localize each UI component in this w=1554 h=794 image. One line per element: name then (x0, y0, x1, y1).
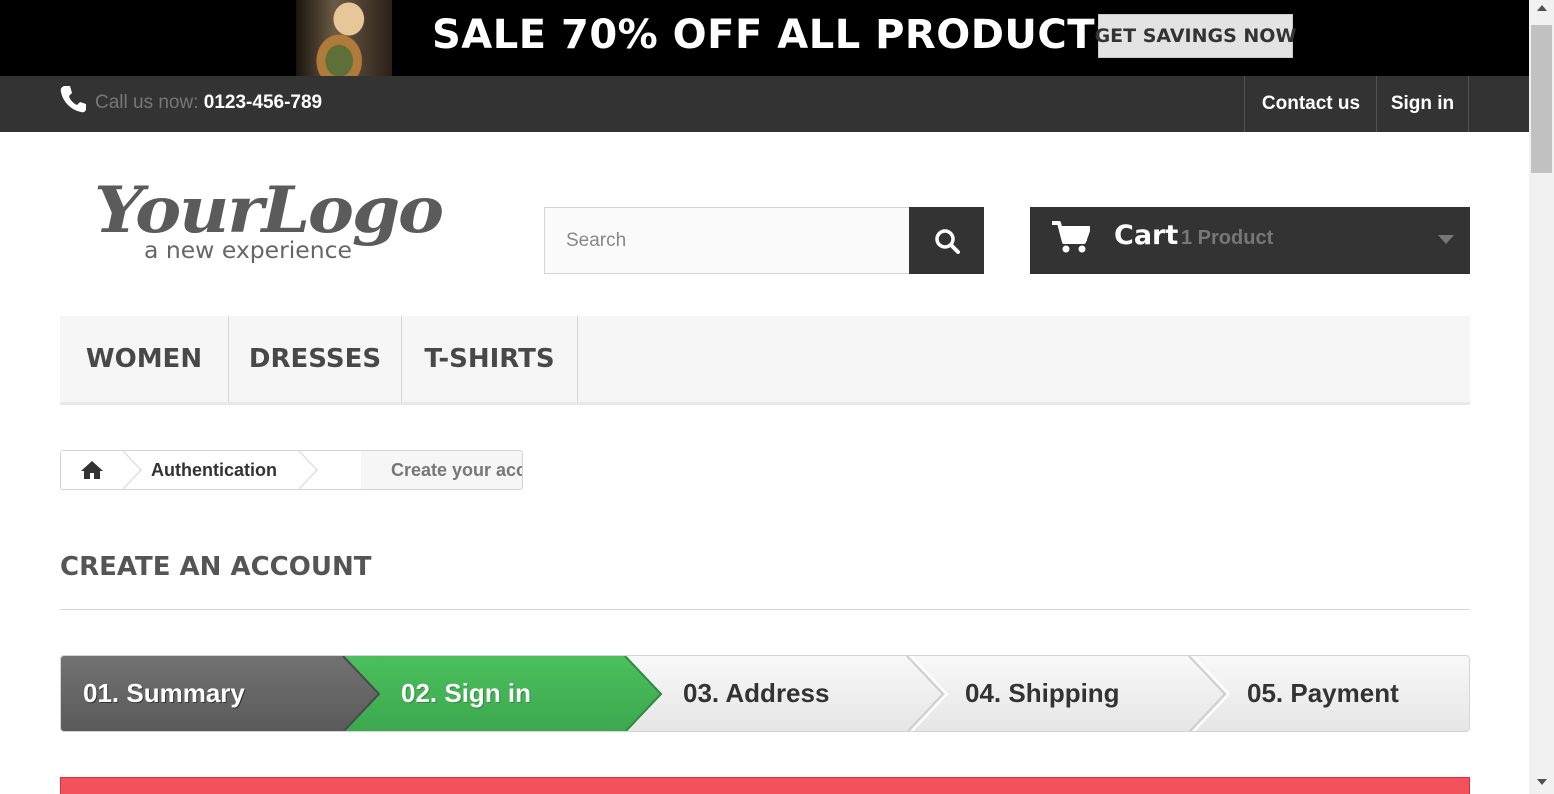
site-logo[interactable]: YourLogo a new experience (92, 162, 452, 272)
logo-main-text: YourLogo (94, 173, 442, 248)
caret-down-icon[interactable] (1438, 235, 1454, 244)
call-us-text: Call us now: 0123-456-789 (95, 92, 322, 114)
cart-product-count: 1 Product (1181, 227, 1274, 249)
get-savings-button[interactable]: GET SAVINGS NOW (1095, 14, 1296, 58)
scroll-down-icon[interactable] (1537, 779, 1547, 785)
promo-model-image (296, 0, 392, 76)
page-title: CREATE AN ACCOUNT (60, 552, 372, 582)
step-shipping: 04. Shipping (965, 678, 1120, 708)
breadcrumb: Authentication Create your account (60, 450, 523, 490)
search-icon (934, 228, 960, 254)
step-divider (1192, 656, 1231, 731)
menu-item-t-shirts[interactable]: T-SHIRTS (402, 316, 578, 402)
search-field[interactable] (544, 207, 910, 274)
scrollbar-thumb[interactable] (1531, 25, 1552, 173)
main-menu: WOMEN DRESSES T-SHIRTS (60, 316, 1470, 405)
top-nav-bar: Call us now: 0123-456-789 Contact us Sig… (0, 76, 1529, 132)
step-divider (906, 656, 945, 731)
search-button[interactable] (909, 207, 984, 274)
promo-headline: SALE 70% OFF ALL PRODUCTS (432, 12, 1125, 58)
step-payment: 05. Payment (1247, 678, 1399, 708)
step-divider (1188, 656, 1227, 731)
logo-tagline: a new experience (144, 238, 352, 264)
page: SALE 70% OFF ALL PRODUCTS GET SAVINGS NO… (0, 0, 1554, 794)
search-input[interactable] (545, 208, 909, 273)
breadcrumb-home[interactable] (61, 451, 123, 489)
cart-label: Cart (1114, 220, 1179, 251)
cart-block[interactable]: Cart 1 Product (1030, 207, 1470, 274)
phone-number: 0123-456-789 (203, 92, 323, 113)
scroll-up-icon[interactable] (1537, 5, 1547, 11)
order-steps: 01. Summary 02. Sign in 03. Address 04. … (60, 655, 1470, 732)
menu-item-dresses[interactable]: DRESSES (229, 316, 402, 402)
breadcrumb-separator (299, 451, 318, 489)
phone-icon (60, 86, 86, 113)
sign-in-link[interactable]: Sign in (1376, 76, 1469, 132)
cart-icon (1052, 221, 1090, 253)
contact-us-link[interactable]: Contact us (1244, 76, 1377, 132)
scrollbar[interactable] (1529, 0, 1554, 794)
heading-divider (60, 609, 1470, 610)
breadcrumb-authentication[interactable]: Authentication (123, 451, 361, 489)
step-address: 03. Address (683, 678, 830, 708)
step-summary[interactable]: 01. Summary (83, 656, 245, 731)
step-divider (910, 656, 949, 731)
breadcrumb-separator (123, 451, 142, 489)
promo-banner[interactable]: SALE 70% OFF ALL PRODUCTS GET SAVINGS NO… (0, 0, 1529, 76)
home-icon (81, 461, 103, 479)
call-us-label: Call us now: (95, 92, 204, 113)
breadcrumb-current: Create your account (391, 459, 522, 480)
step-sign-in: 02. Sign in (401, 678, 532, 708)
error-alert (60, 777, 1470, 794)
menu-item-women[interactable]: WOMEN (60, 316, 229, 402)
